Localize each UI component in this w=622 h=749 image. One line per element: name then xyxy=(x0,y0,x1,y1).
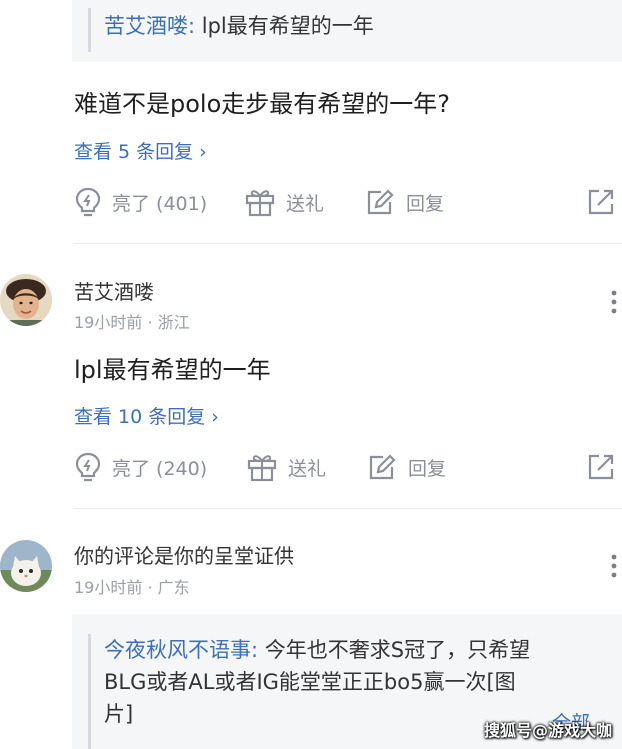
watermark: 搜狐号@游戏大咖 xyxy=(483,721,612,740)
chevron-right-icon: › xyxy=(211,406,219,428)
gift-label: 送礼 xyxy=(286,192,325,215)
like-count: 亮了 (240) xyxy=(112,457,208,480)
reply-pen-icon xyxy=(367,189,394,215)
quote-bar xyxy=(88,634,91,749)
like-button[interactable]: 亮了 (240) xyxy=(74,449,207,485)
action-row: 亮了 (401) 送礼 回复 xyxy=(74,184,622,220)
quote-text: 苦艾酒喽: lpl最有希望的一年 xyxy=(104,10,608,42)
divider xyxy=(74,508,622,509)
quote-text: 今夜秋风不语事: 今年也不奢求S冠了，只希望 BLG或者AL或者IG能堂堂正正b… xyxy=(104,634,608,730)
avatar[interactable] xyxy=(0,274,52,326)
username[interactable]: 苦艾酒喽 xyxy=(74,276,154,305)
gift-icon xyxy=(245,190,275,217)
reply-label: 回复 xyxy=(406,192,445,215)
more-options-button[interactable] xyxy=(606,552,622,582)
quote-content-line: 今年也不奢求S冠了，只希望 xyxy=(258,638,531,662)
view-replies-link[interactable]: 查看 5 条回复 › xyxy=(74,137,207,164)
like-bulb-icon xyxy=(75,187,101,217)
like-button[interactable]: 亮了 (401) xyxy=(74,184,207,220)
comment-text: 难道不是polo走步最有希望的一年? xyxy=(74,90,451,118)
like-count: 亮了 (401) xyxy=(112,192,208,215)
view-replies-label: 查看 10 条回复 xyxy=(74,406,206,428)
comment-meta: 19小时前 · 广东 xyxy=(74,578,190,597)
like-bulb-icon xyxy=(75,452,101,482)
action-row: 亮了 (240) 送礼 回复 xyxy=(74,449,622,485)
reply-pen-icon xyxy=(369,454,396,480)
share-icon xyxy=(588,454,614,480)
reply-button[interactable]: 回复 xyxy=(366,449,446,485)
more-options-button[interactable] xyxy=(606,288,622,318)
chevron-right-icon: › xyxy=(199,141,207,163)
quote-author-link[interactable]: 苦艾酒喽: xyxy=(104,14,195,38)
avatar[interactable] xyxy=(0,540,52,592)
quote-content: lpl最有希望的一年 xyxy=(195,14,374,38)
gift-button[interactable]: 送礼 xyxy=(246,449,326,485)
share-button[interactable] xyxy=(586,449,616,485)
comment-text: lpl最有希望的一年 xyxy=(74,356,271,384)
gift-icon xyxy=(247,455,277,482)
reply-label: 回复 xyxy=(408,457,447,480)
divider xyxy=(74,243,622,244)
more-dots-icon xyxy=(611,290,617,314)
view-replies-label: 查看 5 条回复 xyxy=(74,141,194,163)
quote-author-link[interactable]: 今夜秋风不语事: xyxy=(104,638,258,662)
view-replies-link[interactable]: 查看 10 条回复 › xyxy=(74,402,219,429)
quote-block-top: 苦艾酒喽: lpl最有希望的一年 xyxy=(72,0,622,62)
gift-button[interactable]: 送礼 xyxy=(244,184,324,220)
quote-bar xyxy=(88,8,91,52)
share-icon xyxy=(588,189,614,215)
username[interactable]: 你的评论是你的呈堂证供 xyxy=(74,540,294,569)
gift-label: 送礼 xyxy=(288,457,327,480)
comment-meta: 19小时前 · 浙江 xyxy=(74,313,190,332)
more-dots-icon xyxy=(611,554,617,578)
reply-button[interactable]: 回复 xyxy=(364,184,444,220)
quote-content-line: BLG或者AL或者IG能堂堂正正bo5赢一次[图 xyxy=(104,670,516,694)
share-button[interactable] xyxy=(586,184,616,220)
